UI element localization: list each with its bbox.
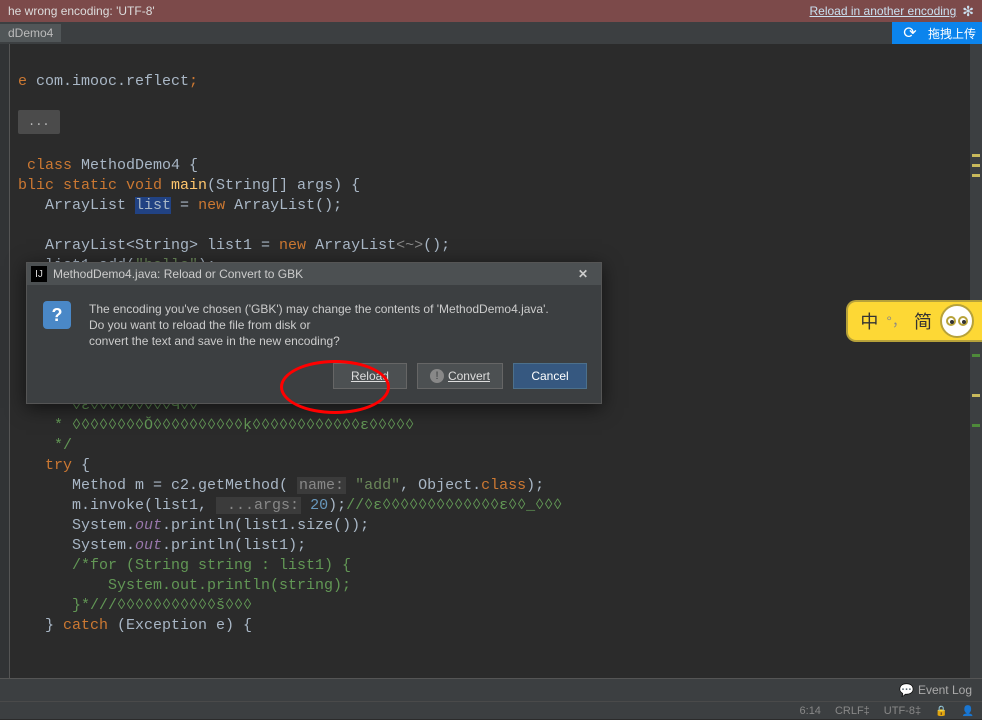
lock-icon[interactable]	[935, 705, 947, 717]
question-icon: ?	[43, 301, 71, 329]
warning-icon: !	[430, 369, 444, 383]
file-tab[interactable]: dDemo4	[0, 24, 61, 42]
editor-gutter	[0, 44, 10, 678]
drag-upload-label: 拖拽上传	[928, 25, 976, 42]
convert-button[interactable]: ! Convert	[417, 363, 503, 389]
ime-status-popup[interactable]: 中 °， 简	[846, 300, 982, 342]
cloud-upload-icon	[898, 22, 922, 44]
error-stripe	[970, 44, 982, 678]
dialog-title: MethodDemo4.java: Reload or Convert to G…	[53, 267, 303, 281]
ime-zh-label: 中	[860, 308, 878, 334]
ime-mascot-icon	[940, 304, 974, 338]
ime-jian-label: 简	[914, 308, 932, 334]
dialog-title-bar[interactable]: IJ MethodDemo4.java: Reload or Convert t…	[27, 263, 601, 285]
dialog-message: The encoding you've chosen ('GBK') may c…	[89, 301, 549, 349]
editor-tab-strip: dDemo4 拖拽上传	[0, 22, 982, 44]
file-tab-label: dDemo4	[8, 26, 53, 40]
fold-badge[interactable]: ...	[18, 110, 60, 134]
encoding-warning-text: he wrong encoding: 'UTF-8'	[8, 4, 155, 18]
file-encoding[interactable]: UTF-8‡	[884, 705, 921, 717]
reload-button[interactable]: Reload	[333, 363, 407, 389]
close-icon[interactable]: ✕	[569, 267, 597, 281]
reload-convert-dialog: IJ MethodDemo4.java: Reload or Convert t…	[26, 262, 602, 404]
cancel-button[interactable]: Cancel	[513, 363, 587, 389]
caret-position[interactable]: 6:14	[800, 705, 821, 717]
drag-upload-widget[interactable]: 拖拽上传	[892, 22, 982, 44]
encoding-warning-bar: he wrong encoding: 'UTF-8' Reload in ano…	[0, 0, 982, 22]
inspection-profile-icon[interactable]	[962, 705, 974, 717]
event-log-button[interactable]: Event Log	[899, 683, 972, 697]
app-icon: IJ	[31, 266, 47, 282]
gear-icon[interactable]: ✻	[962, 3, 974, 20]
line-separator[interactable]: CRLF‡	[835, 705, 870, 717]
status-bar: Event Log 6:14 CRLF‡ UTF-8‡	[0, 678, 982, 719]
reload-encoding-link[interactable]: Reload in another encoding	[809, 4, 956, 18]
